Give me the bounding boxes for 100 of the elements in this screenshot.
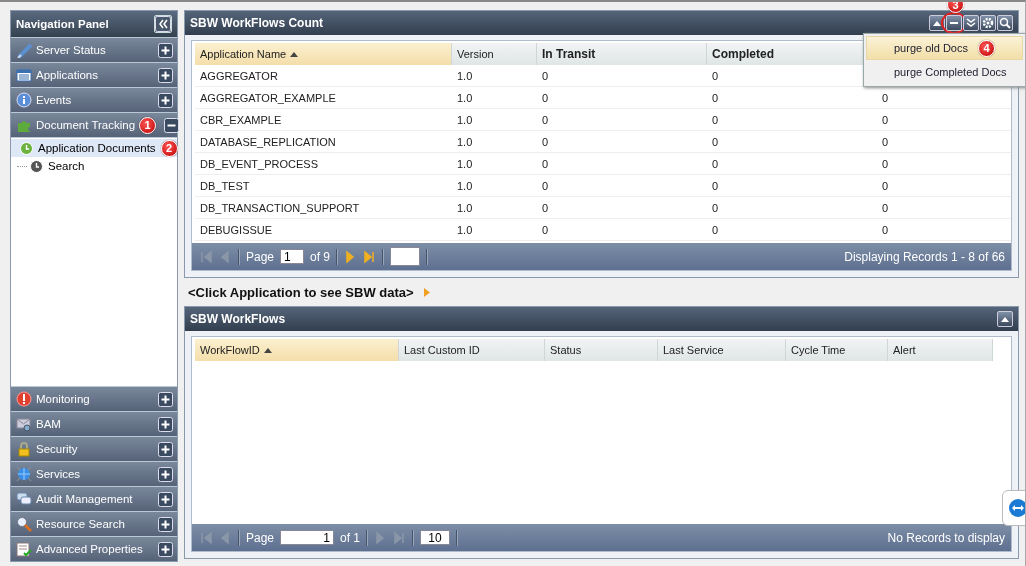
nav-section[interactable]: Applications: [11, 63, 177, 87]
globe-icon: [16, 466, 32, 482]
table-cell-text: 1.0: [456, 68, 474, 84]
table-cell-text: 0: [711, 222, 720, 238]
nav-section[interactable]: Audit Management: [11, 487, 177, 511]
magnifier-icon: [16, 516, 32, 532]
table-cell-text: 0: [711, 134, 720, 150]
table-cell-text: 1.0: [456, 90, 474, 106]
nav-section[interactable]: Monitoring: [11, 387, 177, 411]
column-header[interactable]: WorkFlowID: [195, 339, 399, 361]
arrow-icon: [423, 287, 430, 297]
gear-icon[interactable]: [980, 15, 996, 31]
table-cell-text: 1.0: [456, 200, 474, 216]
column-header[interactable]: Last Service: [658, 339, 786, 361]
up-icon[interactable]: [997, 311, 1013, 327]
table-cell-text: CBR_EXAMPLE: [199, 112, 283, 128]
panel-title: SBW WorkFlows: [190, 312, 287, 326]
page-label: Page: [246, 249, 275, 264]
plus-icon[interactable]: [158, 516, 173, 532]
table-cell-text: 0: [541, 156, 550, 172]
table-cell-text: 0: [711, 68, 720, 84]
column-header[interactable]: Last Custom ID: [399, 339, 545, 361]
plus-icon[interactable]: [158, 391, 173, 407]
table-cell-text: 0: [541, 178, 550, 194]
nav-section[interactable]: Resource Search: [11, 512, 177, 536]
alert-icon: [16, 391, 32, 407]
panel-title: Navigation Panel: [16, 18, 109, 30]
plus-icon[interactable]: [158, 441, 173, 457]
nav-section[interactable]: BAM: [11, 412, 177, 436]
nav-section[interactable]: Server Status: [11, 38, 177, 62]
up-icon[interactable]: [929, 15, 945, 31]
nav-section[interactable]: Services: [11, 462, 177, 486]
hint-text: <Click Application to see SBW data>: [188, 284, 414, 300]
page-size-field[interactable]: 10: [420, 530, 451, 545]
table-cell-text: 1.0: [456, 222, 474, 238]
table-cell-text: 1.0: [456, 178, 474, 194]
record-status: No Records to display: [887, 530, 1005, 545]
collapse-icon[interactable]: [154, 15, 172, 33]
table-cell-text: DEBUGISSUE: [199, 222, 274, 238]
nav-section[interactable]: Events: [11, 88, 177, 112]
remote-tab[interactable]: [1002, 490, 1025, 526]
tree-item[interactable]: Search: [11, 157, 177, 175]
record-status: Displaying Records 1 - 8 of 66: [844, 249, 1005, 264]
tree-item[interactable]: Application Documents 2: [11, 139, 177, 157]
sort-up-icon: [290, 51, 299, 57]
table-cell-text: 0: [881, 156, 890, 172]
menu-item[interactable]: purge old Docs 4: [866, 36, 1023, 60]
table-cell-text: 1.0: [456, 156, 474, 172]
page-size-field[interactable]: [390, 247, 421, 266]
table-cell-text: 0: [711, 156, 720, 172]
page-count: of 1: [340, 530, 361, 545]
table-cell-text: 0: [541, 90, 550, 106]
column-header[interactable]: Cycle Time: [786, 339, 888, 361]
chat-icon: [16, 491, 32, 507]
nav-section[interactable]: Document Tracking 1: [11, 113, 177, 137]
double-chevron-icon[interactable]: [963, 15, 979, 31]
clock-icon: [20, 141, 33, 155]
minus-icon[interactable]: [164, 117, 180, 133]
table-cell-text: 0: [881, 112, 890, 128]
plus-icon[interactable]: [158, 466, 173, 482]
clock-icon: [30, 159, 43, 173]
table-cell-text: 0: [881, 134, 890, 150]
table-cell-text: AGGREGATOR_EXAMPLE: [199, 90, 337, 106]
plus-icon[interactable]: [158, 92, 173, 108]
page-field[interactable]: 1: [280, 530, 335, 545]
column-header[interactable]: Version: [452, 43, 537, 65]
search-icon[interactable]: [997, 15, 1013, 31]
table-cell-text: AGGREGATOR: [199, 68, 279, 84]
table-cell-text: 0: [881, 200, 890, 216]
minus-icon[interactable]: [946, 15, 962, 31]
table-cell-text: DB_EVENT_PROCESS: [199, 156, 319, 172]
table-cell-text: DATABASE_REPLICATION: [199, 134, 337, 150]
checklist-icon: [16, 541, 32, 557]
nav-section[interactable]: Security: [11, 437, 177, 461]
table-cell-text: 0: [881, 90, 890, 106]
table-cell-text: 0: [711, 178, 720, 194]
table-cell-text: 0: [541, 222, 550, 238]
column-header[interactable]: In Transit: [537, 43, 707, 65]
page-count: of 9: [310, 249, 331, 264]
table-cell-text: 1.0: [456, 112, 474, 128]
callout-badge: 2: [160, 139, 178, 157]
page-field[interactable]: 1: [280, 249, 305, 264]
table-cell-text: 0: [541, 134, 550, 150]
table-cell-text: 0: [541, 200, 550, 216]
column-header[interactable]: Application Name: [195, 43, 452, 65]
plus-icon[interactable]: [158, 491, 173, 507]
plus-icon[interactable]: [158, 541, 173, 557]
callout-badge: 1: [139, 116, 157, 134]
table-cell-text: 1.0: [456, 134, 474, 150]
plus-icon[interactable]: [158, 42, 173, 58]
plus-icon[interactable]: [158, 416, 173, 432]
table-cell-text: 0: [711, 200, 720, 216]
plus-icon[interactable]: [158, 67, 173, 83]
column-header[interactable]: Status: [545, 339, 658, 361]
list-icon: [16, 67, 32, 83]
column-header[interactable]: Alert: [888, 339, 993, 361]
callout-badge: 4: [978, 39, 995, 57]
sort-up-icon: [263, 347, 272, 353]
nav-section[interactable]: Advanced Properties: [11, 537, 177, 561]
table-cell-text: 0: [711, 90, 720, 106]
